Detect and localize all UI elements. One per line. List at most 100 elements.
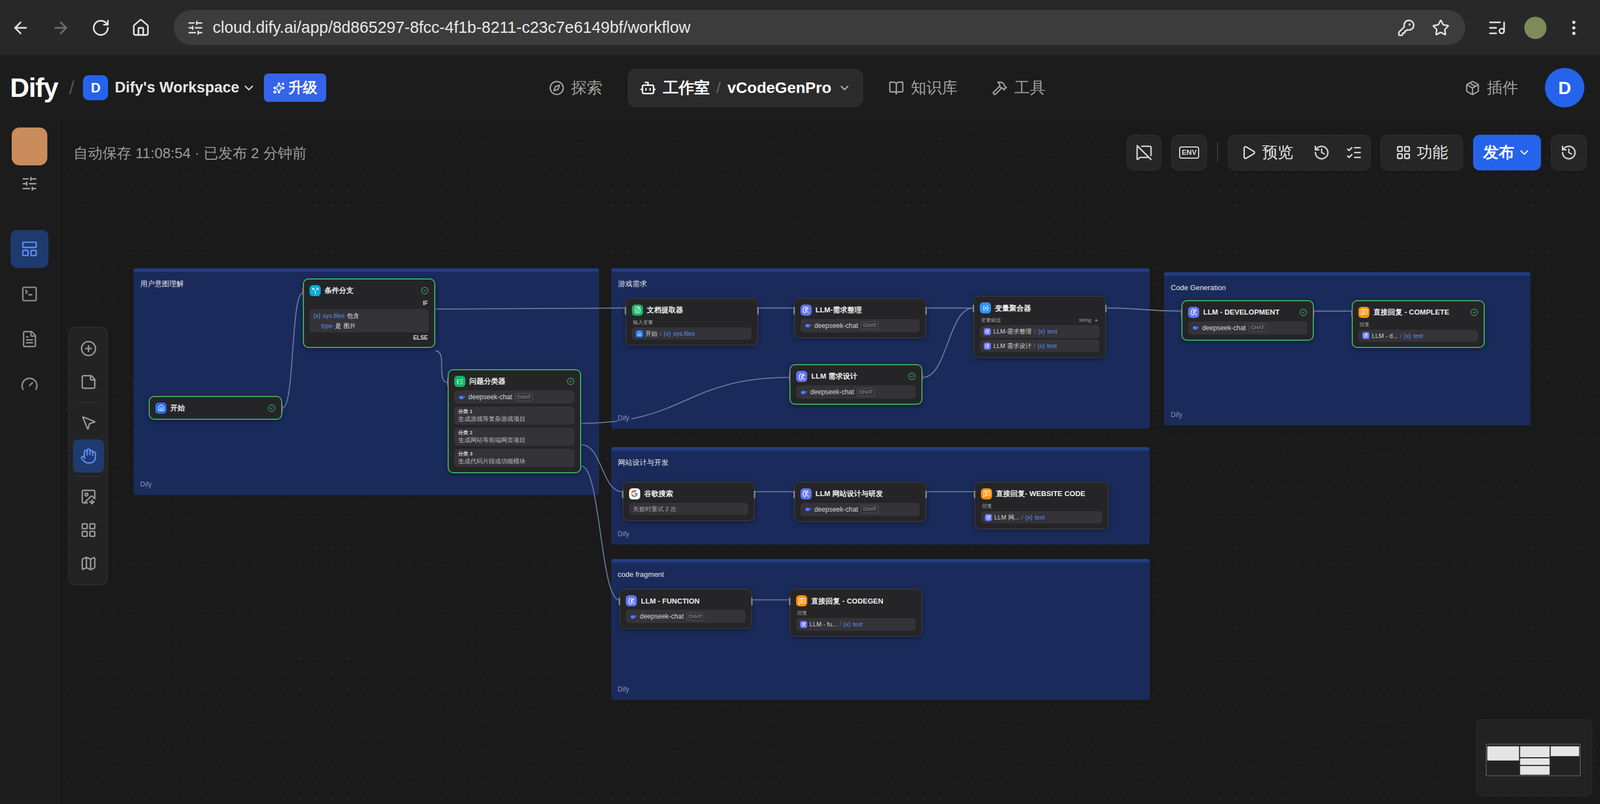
sidebar-item[interactable] [10,229,49,268]
workflow-node[interactable]: 变量聚合器变量赋值string+LLM-需求整理/{x}textLLM 需求设计… [973,295,1106,358]
input-handle[interactable] [447,378,449,386]
workflow-node[interactable]: 问题分类器deepseek-chatCHAT分类 1生成游戏等复杂游戏项目分类 … [447,369,582,474]
env-button[interactable]: ENV [1171,134,1207,171]
edge[interactable] [581,465,620,600]
model-row[interactable]: deepseek-chatCHAT [1188,321,1308,335]
variable-row[interactable]: LLM - fu.../{x}text [796,617,916,631]
app-name[interactable]: vCodeGenPro [727,76,832,100]
output-handle[interactable] [921,372,924,381]
nav-item[interactable]: 工作室/vCodeGenPro [627,69,863,107]
model-row[interactable]: deepseek-chatCHAT [454,390,575,404]
edge[interactable] [926,307,974,309]
palette-tool[interactable] [72,365,105,399]
workflow-node[interactable]: LLM 需求设计deepseek-chatCHAT [789,364,922,405]
palette-tool[interactable] [72,479,105,514]
palette-tool[interactable] [72,331,105,366]
edge[interactable] [581,377,790,424]
variable-row[interactable]: LLM 需求设计/{x}text [979,339,1099,353]
class-item[interactable]: 分类 2生成网站等前端网页项目 [454,427,575,446]
edge[interactable] [1106,307,1182,311]
workspace-chevron-icon[interactable] [241,80,257,96]
edge[interactable] [922,307,974,378]
workflow-canvas[interactable]: 用户意图理解Dify游戏需求Dify网站设计与开发Difycode fragme… [59,120,1600,804]
app-settings-icon[interactable] [21,175,38,193]
edge[interactable] [581,444,623,492]
add-variable-button[interactable]: + [1094,316,1098,324]
output-handle[interactable] [1312,308,1315,317]
workflow-node[interactable]: 条件分支IF{x}sys.files包含type是图片ELSE [302,278,436,348]
output-handle[interactable] [757,306,759,315]
palette-tool[interactable] [72,513,105,547]
input-handle[interactable] [788,372,791,381]
checklist-button[interactable] [1337,135,1371,170]
edge[interactable] [282,292,303,409]
workspace-name[interactable]: Dify's Workspace [114,76,240,100]
address-bar[interactable]: cloud.dify.ai/app/8d865297-8fcc-4f1b-821… [173,10,1466,46]
app-chevron-icon[interactable] [837,81,852,95]
variable-row[interactable]: LLM-需求整理/{x}text [979,325,1099,338]
sidebar-item[interactable] [10,275,49,313]
workflow-node[interactable]: LLM - FUNCTIONdeepseek-chatCHAT [619,588,752,630]
app-avatar[interactable] [11,127,48,166]
sidebar-item[interactable] [10,320,49,358]
workflow-node[interactable]: 直接回复 - CODEGEN回复LLM - fu.../{x}text [789,588,922,637]
output-handle[interactable] [925,490,927,499]
sidebar-item[interactable] [10,365,49,404]
nav-item[interactable]: 工具 [983,69,1055,107]
model-row[interactable]: deepseek-chatCHAT [796,385,916,399]
input-handle[interactable] [793,490,795,499]
output-handle[interactable] [1105,304,1107,313]
edge[interactable] [926,491,975,493]
workflow-node[interactable]: 开始 [148,395,283,420]
minimap[interactable] [1476,719,1593,797]
input-handle[interactable] [621,490,624,499]
edge[interactable] [1314,310,1353,312]
variable-row[interactable]: LLM 网.../{x}text [980,511,1103,524]
workflow-node[interactable]: 直接回复 - COMPLETE回复LLM - d.../{x}text [1351,300,1485,349]
class-item[interactable]: 分类 1生成游戏等复杂游戏项目 [454,406,575,425]
plugins-button[interactable]: 插件 [1464,76,1519,100]
back-icon[interactable] [11,18,31,38]
workflow-node[interactable]: LLM - DEVELOPMENTdeepseek-chatCHAT [1181,300,1314,341]
features-button[interactable]: 功能 [1380,134,1464,171]
preview-button[interactable]: 预览 [1228,140,1306,165]
output-handle[interactable] [281,404,283,413]
home-icon[interactable] [131,18,151,38]
user-avatar[interactable]: D [1544,67,1585,108]
chat-toggle-button[interactable] [1126,134,1162,171]
edge[interactable] [752,599,790,601]
output-handle[interactable] [753,490,756,499]
bookmark-star-icon[interactable] [1431,18,1450,37]
node-group[interactable]: Code GenerationDify [1164,272,1531,426]
workflow-node[interactable]: 文档提取器输入变量开始/{x}sys.files [625,297,758,347]
variable-row[interactable]: 开始/{x}sys.files [631,327,752,341]
model-row[interactable]: deepseek-chatCHAT [800,502,920,517]
input-handle[interactable] [972,304,975,313]
condition-box[interactable]: {x}sys.files包含type是图片 [309,308,429,333]
publish-button[interactable]: 发布 [1473,134,1541,171]
edge[interactable] [758,307,794,309]
workspace-badge[interactable]: D [82,75,109,101]
variable-row[interactable]: LLM - d.../{x}text [1358,329,1478,343]
output-handle[interactable] [925,306,927,315]
class-item[interactable]: 分类 3生成代码片段或功能模块 [454,448,575,468]
model-row[interactable]: deepseek-chatCHAT [625,609,745,623]
version-history-button[interactable] [1551,134,1587,171]
workflow-node[interactable]: LLM-需求整理deepseek-chatCHAT [793,297,927,339]
input-handle[interactable] [973,490,976,499]
key-icon[interactable] [1397,18,1416,37]
browser-menu-icon[interactable] [1564,18,1584,38]
profile-avatar[interactable] [1524,16,1547,39]
input-handle[interactable] [793,306,795,315]
input-handle[interactable] [1351,308,1353,317]
workflow-node[interactable]: 直接回复- WEBSITE CODE回复LLM 网.../{x}text [974,481,1109,530]
dify-logo[interactable]: Dify [10,67,58,109]
nav-item[interactable]: 探索 [540,69,612,107]
input-handle[interactable] [624,306,627,315]
workflow-node[interactable]: 谷歌搜索失败时重试 3 次 [622,481,755,522]
input-handle[interactable] [302,287,304,296]
input-handle[interactable] [618,597,621,606]
input-handle[interactable] [788,597,791,606]
forward-icon[interactable] [51,18,71,38]
edge[interactable] [754,491,794,493]
